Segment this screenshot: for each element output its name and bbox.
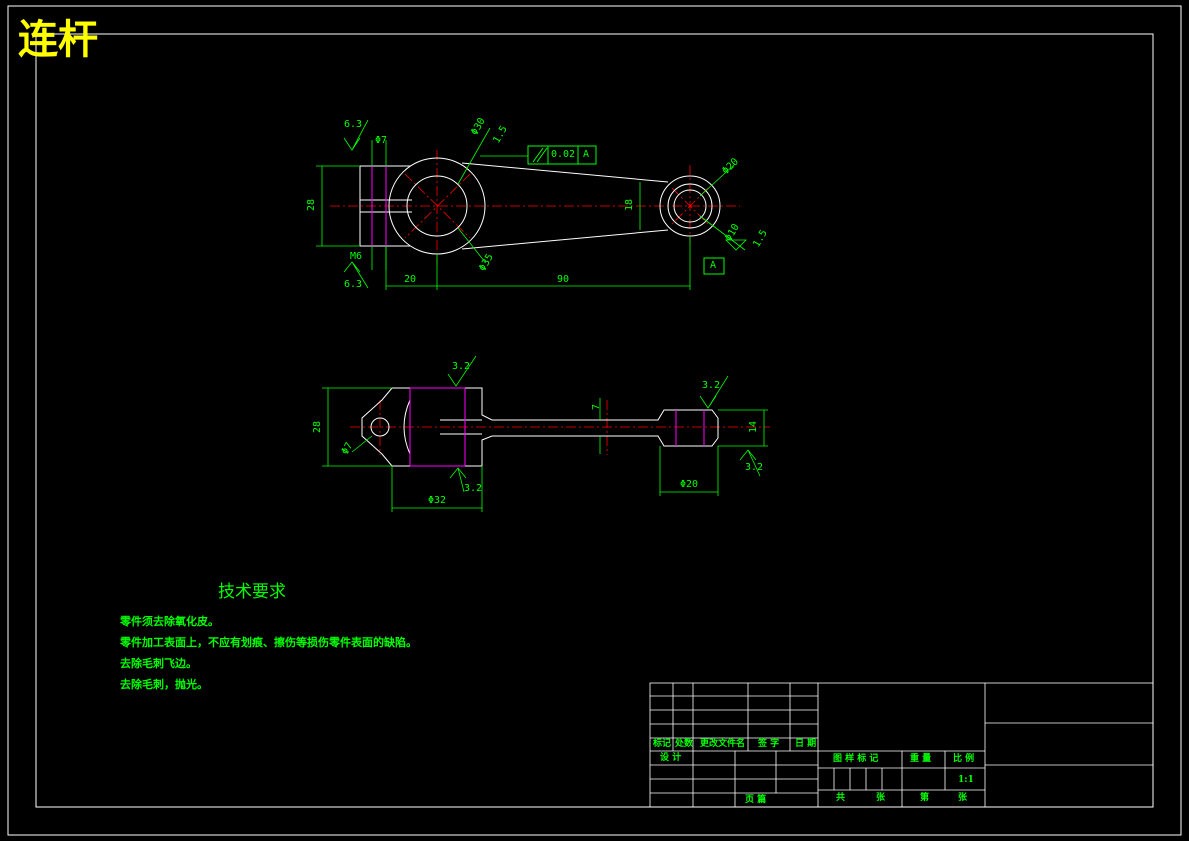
front-view	[316, 119, 747, 290]
drawing-canvas	[7, 5, 1182, 836]
title-block	[649, 682, 1154, 808]
side-view	[322, 355, 770, 512]
